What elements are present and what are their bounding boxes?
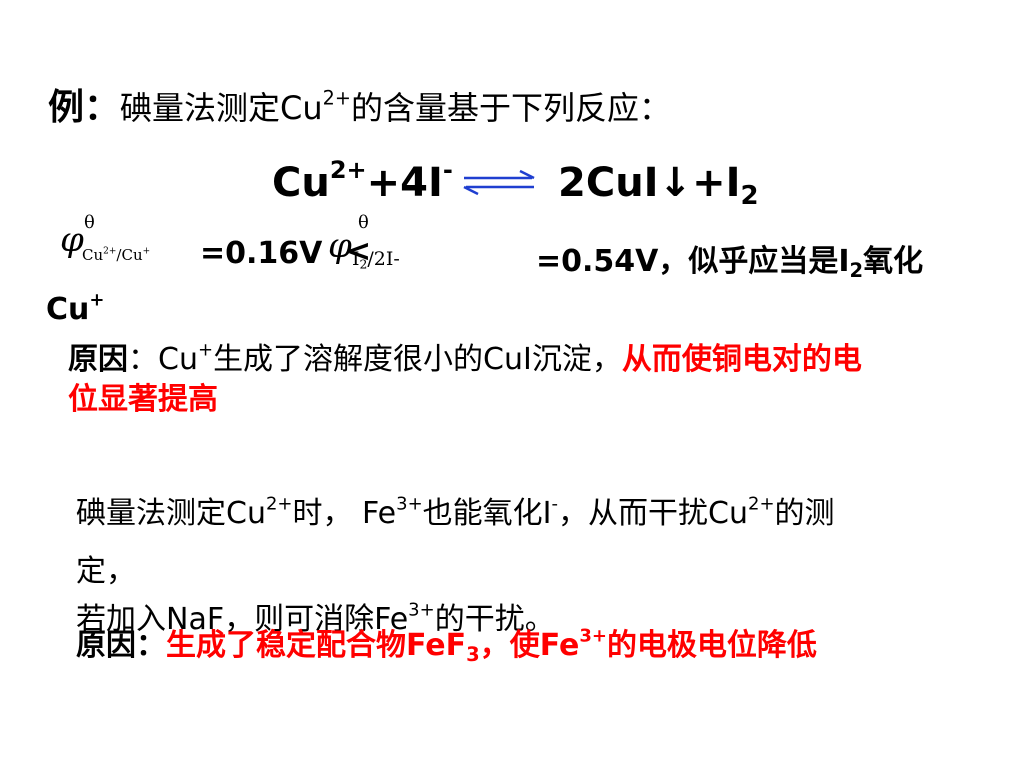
reason-1-line-1: 原因：Cu+生成了溶解度很小的CuI沉淀，从而使铜电对的电 xyxy=(68,339,862,377)
phi-i2-subscript: I2/2I- xyxy=(352,248,400,272)
phi-cu-subscript: Cu2+/Cu+ xyxy=(82,246,151,264)
reason-2-line: 原因：生成了稳定配合物FeF3，使Fe3+的电极电位降低 xyxy=(76,620,817,664)
reaction-iodide: +4I xyxy=(366,160,443,206)
para-2-line-1: 碘量法测定Cu2+时， Fe3+也能氧化I-，从而干扰Cu2+的测 xyxy=(76,493,835,531)
intro-line: 例：碘量法测定Cu2+的含量基于下列反应： xyxy=(48,78,671,130)
potential-value-1: =0.16V xyxy=(200,236,323,271)
reaction-left: Cu2++4I- xyxy=(272,158,453,206)
phi-symbol-1: φ xyxy=(60,220,84,260)
intro-text-after: 的含量基于下列反应： xyxy=(350,89,671,127)
reaction-cu-sup: 2+ xyxy=(329,156,367,184)
reason-2-highlight: 生成了稳定配合物FeF3，使Fe3+的电极电位降低 xyxy=(166,625,817,666)
theta-symbol-2: θ xyxy=(358,212,369,233)
reaction-product-sub: 2 xyxy=(740,180,759,211)
theta-symbol-1: θ xyxy=(84,212,95,233)
para-2-line-2: 定， xyxy=(76,554,136,589)
equilibrium-arrow-icon xyxy=(463,169,535,196)
reaction-iodide-sup: - xyxy=(442,156,453,184)
reason-1-label: 原因 xyxy=(68,342,128,377)
potential-value-2: =0.54V，似乎应当是I2氧化 xyxy=(536,244,924,282)
reason-2-label: 原因： xyxy=(76,628,166,663)
intro-sup: 2+ xyxy=(322,86,351,110)
intro-text-before: 碘量法测定Cu xyxy=(120,89,323,127)
reaction-product: 2CuI↓+I xyxy=(558,160,741,206)
example-label: 例： xyxy=(48,87,121,128)
reason-1-line-2: 位显著提高 xyxy=(68,382,218,417)
reason-1-highlight: 从而使铜电对的电 xyxy=(621,342,862,377)
reaction-cu: Cu xyxy=(272,160,330,206)
cu-plus-line: Cu+ xyxy=(46,289,105,327)
reaction-right: 2CuI↓+I2 xyxy=(558,160,759,209)
